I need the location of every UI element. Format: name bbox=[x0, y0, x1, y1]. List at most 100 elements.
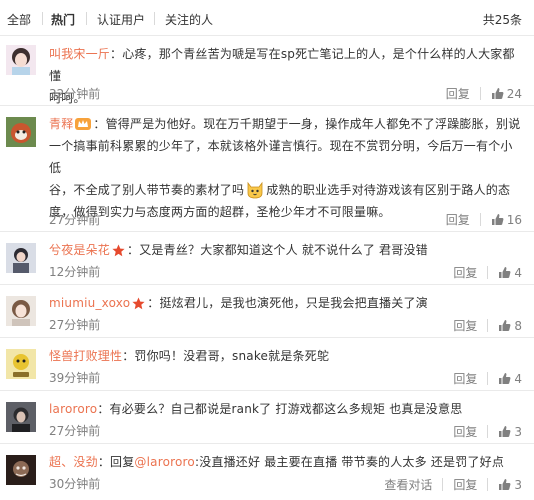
filter-divider bbox=[86, 12, 87, 25]
filter-tab-following[interactable]: 关注的人 bbox=[165, 13, 213, 27]
like-count: 4 bbox=[514, 371, 522, 386]
comment-body: miumiu_xoxo ：挺炫君儿，是我也演死他，只是我会把直播关了演 bbox=[49, 292, 524, 314]
comment-text-continued: :没直播还好 最主要在直播 带节奏的人太多 还是罚了好点 bbox=[194, 455, 505, 469]
comment-timestamp: 39分钟前 bbox=[49, 371, 101, 385]
reply-button[interactable]: 回复 bbox=[446, 213, 470, 227]
avatar[interactable] bbox=[6, 296, 36, 326]
comment-body: 青释 ：管得严是为他好。现在万千期望于一身，操作成年人都免不了浮躁膨胀，别说 一个… bbox=[49, 113, 524, 223]
comment-timestamp: 30分钟前 bbox=[49, 477, 101, 491]
like-button[interactable]: 3 bbox=[498, 478, 522, 492]
thumbs-up-icon bbox=[499, 372, 511, 384]
like-button[interactable]: 4 bbox=[498, 372, 522, 386]
cat-face-emoji-icon bbox=[247, 181, 263, 199]
comment-actions: 回复 16 bbox=[446, 212, 522, 227]
comment-item: 兮夜是朵花 ：又是青丝？大家都知道这个人 就不说什么了 君哥没错 12分钟前 回复… bbox=[0, 232, 534, 285]
comment-actions: 回复 24 bbox=[446, 86, 522, 101]
comment-body: 怪兽打败理性：罚你吗！没君哥，snake就是条死鸵 bbox=[49, 345, 524, 367]
comment-username[interactable]: 兮夜是朵花 bbox=[49, 243, 110, 257]
user-avatar-image bbox=[6, 349, 36, 379]
comment-text: ：罚你吗！没君哥，snake就是条死鸵 bbox=[122, 349, 330, 363]
comment-timestamp: 27分钟前 bbox=[49, 213, 101, 227]
like-button[interactable]: 24 bbox=[491, 87, 522, 101]
comment-timestamp: 12分钟前 bbox=[49, 265, 101, 279]
user-avatar-image bbox=[6, 455, 36, 485]
comment-actions: 回复 8 bbox=[453, 318, 522, 333]
like-count: 24 bbox=[506, 86, 522, 101]
avatar[interactable] bbox=[6, 243, 36, 273]
comment-text: ：心疼，那个青丝苦为嗁是写在sp死亡笔记上的人，是个什么样的人大家都懂 bbox=[49, 47, 515, 83]
like-button[interactable]: 4 bbox=[498, 266, 522, 280]
avatar[interactable] bbox=[6, 402, 36, 432]
reply-button[interactable]: 回复 bbox=[453, 266, 477, 280]
comment-total-count: 共25条 bbox=[482, 13, 522, 27]
action-divider bbox=[487, 425, 489, 438]
comment-filter-bar: 全部 热门 认证用户 关注的人 共25条 bbox=[0, 0, 534, 36]
like-button[interactable]: 8 bbox=[498, 319, 522, 333]
thumbs-up-icon bbox=[499, 478, 511, 490]
comment-text: ：有必要么？自己都说是rank了 打游戏都这么多规矩 也真是没意思 bbox=[97, 402, 463, 416]
thumbs-up-icon bbox=[491, 213, 504, 225]
filter-tab-all[interactable]: 全部 bbox=[7, 13, 31, 27]
comment-actions: 回复 4 bbox=[453, 371, 522, 386]
user-avatar-image bbox=[6, 402, 36, 432]
view-conversation-button[interactable]: 查看对话 bbox=[384, 478, 432, 492]
comment-text: ：挺炫君儿，是我也演死他，只是我会把直播关了演 bbox=[147, 296, 428, 310]
action-divider bbox=[487, 372, 489, 385]
user-avatar-image bbox=[6, 45, 36, 75]
avatar[interactable] bbox=[6, 117, 36, 147]
comment-username[interactable]: miumiu_xoxo bbox=[49, 296, 130, 310]
red-star-icon bbox=[132, 297, 145, 310]
comment-actions: 回复 3 bbox=[453, 424, 522, 439]
comment-body: 超、没劲：回复@larororo:没直播还好 最主要在直播 带节奏的人太多 还是… bbox=[49, 451, 524, 473]
thumbs-up-icon bbox=[499, 319, 511, 331]
comment-timestamp: 27分钟前 bbox=[49, 318, 101, 332]
crown-badge-icon bbox=[75, 118, 92, 130]
comment-body: larororo：有必要么？自己都说是rank了 打游戏都这么多规矩 也真是没意… bbox=[49, 398, 524, 420]
reply-button[interactable]: 回复 bbox=[446, 87, 470, 101]
comment-body: 兮夜是朵花 ：又是青丝？大家都知道这个人 就不说什么了 君哥没错 bbox=[49, 239, 524, 261]
comment-text: ：管得严是为他好。现在万千期望于一身，操作成年人都免不了浮躁膨胀，别说 bbox=[93, 117, 521, 131]
comment-text: ：又是青丝？大家都知道这个人 就不说什么了 君哥没错 bbox=[127, 243, 428, 257]
action-divider bbox=[479, 87, 481, 100]
action-divider bbox=[442, 478, 444, 491]
comment-item: miumiu_xoxo ：挺炫君儿，是我也演死他，只是我会把直播关了演 27分钟前… bbox=[0, 285, 534, 338]
thumbs-up-icon bbox=[491, 87, 504, 99]
user-avatar-image bbox=[6, 296, 36, 326]
comment-item: 叫我宋一斤：心疼，那个青丝苦为嗁是写在sp死亡笔记上的人，是个什么样的人大家都懂… bbox=[0, 36, 534, 106]
reply-button[interactable]: 回复 bbox=[453, 372, 477, 386]
comment-text-continued: 谷，不全成了别人带节奏的素材了吗 bbox=[49, 183, 245, 197]
like-button[interactable]: 16 bbox=[491, 213, 522, 227]
mention-link[interactable]: @larororo bbox=[134, 455, 195, 469]
filter-tab-hot[interactable]: 热门 bbox=[51, 13, 75, 27]
comment-timestamp: 32分钟前 bbox=[49, 87, 101, 101]
comment-username[interactable]: larororo bbox=[49, 402, 97, 416]
comment-item: 青释 ：管得严是为他好。现在万千期望于一身，操作成年人都免不了浮躁膨胀，别说 一个… bbox=[0, 106, 534, 232]
avatar[interactable] bbox=[6, 45, 36, 75]
avatar[interactable] bbox=[6, 349, 36, 379]
reply-button[interactable]: 回复 bbox=[453, 319, 477, 333]
comment-username[interactable]: 青释 bbox=[49, 117, 73, 131]
reply-button[interactable]: 回复 bbox=[453, 478, 477, 492]
comment-text-continued: 一个搞事前科累累的少年了，本就该格外谨言慎行。现在不赏罚分明，今后万一有个小低 bbox=[49, 139, 513, 175]
action-divider bbox=[479, 213, 481, 226]
comment-username[interactable]: 怪兽打败理性 bbox=[49, 349, 122, 363]
like-count: 16 bbox=[506, 212, 522, 227]
like-count: 3 bbox=[514, 477, 522, 492]
comment-actions: 回复 4 bbox=[453, 265, 522, 280]
thumbs-up-icon bbox=[499, 266, 511, 278]
comment-timestamp: 27分钟前 bbox=[49, 424, 101, 438]
like-button[interactable]: 3 bbox=[498, 425, 522, 439]
comment-actions: 查看对话 回复 3 bbox=[384, 477, 522, 492]
comment-username[interactable]: 叫我宋一斤 bbox=[49, 47, 110, 61]
filter-tab-verified[interactable]: 认证用户 bbox=[97, 13, 145, 27]
filter-divider bbox=[154, 12, 155, 25]
red-star-icon bbox=[112, 244, 125, 257]
comment-item: 超、没劲：回复@larororo:没直播还好 最主要在直播 带节奏的人太多 还是… bbox=[0, 444, 534, 500]
avatar[interactable] bbox=[6, 455, 36, 485]
comment-item: 怪兽打败理性：罚你吗！没君哥，snake就是条死鸵 39分钟前 回复 4 bbox=[0, 338, 534, 391]
reply-button[interactable]: 回复 bbox=[453, 425, 477, 439]
action-divider bbox=[487, 266, 489, 279]
action-divider bbox=[487, 319, 489, 332]
comment-username[interactable]: 超、没劲 bbox=[49, 455, 98, 469]
filter-divider bbox=[42, 12, 43, 25]
